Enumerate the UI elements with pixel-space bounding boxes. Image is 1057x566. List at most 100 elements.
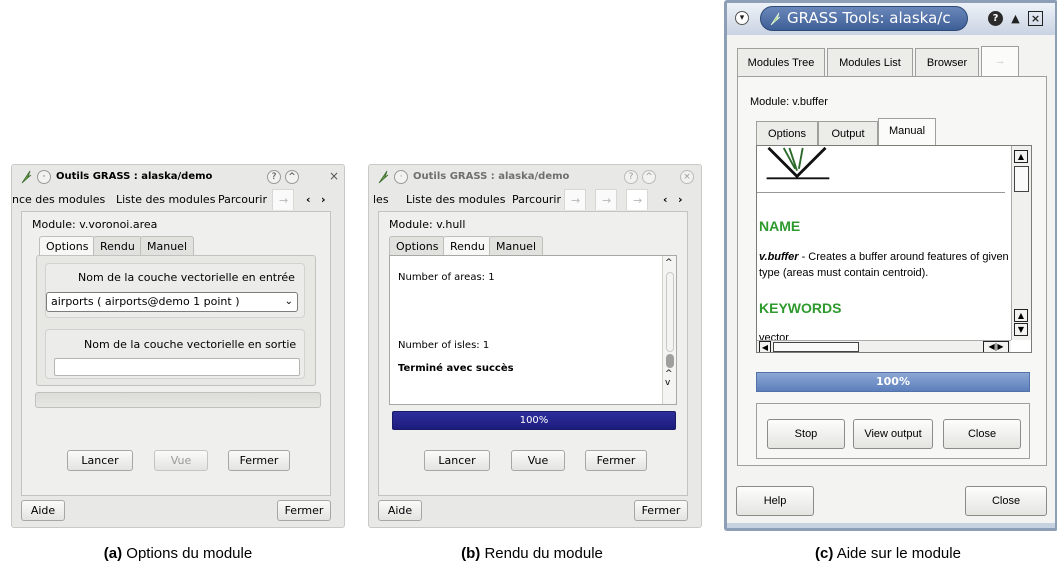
close-button[interactable]: Fermer (634, 500, 688, 521)
tab-arrow-right-icon[interactable]: → (272, 189, 294, 210)
manual-viewer[interactable]: NAME v.buffer - Creates a buffer around … (756, 145, 1032, 353)
scroll-arrows[interactable]: ◀|▶ (983, 341, 1009, 352)
run-button[interactable]: Lancer (67, 450, 133, 471)
caption-a-label: (a) (103, 545, 123, 562)
subtab-output[interactable]: Rendu (93, 236, 142, 255)
input-layer-group: Nom de la couche vectorielle en entrée a… (45, 263, 305, 318)
close-module-button[interactable]: Fermer (585, 450, 647, 471)
module-panel: Module: v.hull Options Rendu Manuel Numb… (378, 211, 688, 496)
titlebar: ▾ GRASS Tools: alaska/c ? ▲ × (727, 3, 1055, 35)
view-output-button[interactable]: View output (853, 419, 933, 449)
tab-browser[interactable]: Browser (915, 48, 979, 76)
tab-browser[interactable]: Parcourir (506, 189, 567, 210)
subtab-manual[interactable]: Manual (878, 118, 936, 145)
close-icon[interactable]: × (1028, 11, 1043, 26)
close-button[interactable]: Fermer (277, 500, 331, 521)
chevron-down-icon: ⌄ (284, 296, 293, 307)
scroll-thumb[interactable] (1014, 166, 1029, 192)
help-button[interactable]: Help (736, 486, 814, 516)
run-button[interactable]: Lancer (424, 450, 490, 471)
tab-modules-list[interactable]: Liste des modules (400, 189, 511, 210)
scroll-up-icon[interactable]: ^ (665, 258, 673, 268)
subtab-output[interactable]: Output (818, 121, 878, 145)
input-layer-value: airports ( airports@demo 1 point ) (51, 295, 240, 308)
subtab-options[interactable]: Options (756, 121, 818, 145)
view-button[interactable]: Vue (154, 450, 208, 471)
close-icon[interactable]: × (680, 170, 694, 184)
tab-modules-tree[interactable]: nce des modules (6, 189, 111, 210)
subtab-output[interactable]: Rendu (443, 236, 492, 255)
options-frame: Nom de la couche vectorielle en entrée a… (36, 255, 316, 386)
scroll-left-icon[interactable]: ‹ (306, 189, 311, 210)
caption-c-text: Aide sur le module (833, 545, 961, 562)
caption-c: (c) Aide sur le module (768, 545, 1008, 562)
progress-bar (35, 392, 321, 408)
module-label: Module: v.hull (389, 218, 466, 231)
output-line: Number of isles: 1 (398, 340, 490, 351)
scroll-thumb[interactable] (773, 342, 859, 352)
tab-arrow-right-icon[interactable]: → (595, 189, 617, 210)
tab-modules-tree[interactable]: Modules Tree (737, 48, 825, 76)
output-text-area[interactable]: Number of areas: 1 Number of isles: 1 Te… (389, 255, 677, 405)
subtab-manual[interactable]: Manuel (140, 236, 194, 255)
close-icon[interactable]: × (327, 170, 341, 184)
chevron-up-icon[interactable]: ^ (642, 170, 656, 184)
chevron-up-icon[interactable]: ^ (285, 170, 299, 184)
scroll-thumb[interactable] (666, 354, 674, 368)
horizontal-scrollbar[interactable]: ◀ ◀|▶ (757, 340, 1011, 352)
scroll-right-icon[interactable]: › (678, 189, 683, 210)
pin-icon[interactable]: · (394, 170, 408, 184)
caption-c-label: (c) (815, 545, 834, 562)
bottom-strip (727, 523, 1055, 528)
scroll-left-icon[interactable]: ‹ (663, 189, 668, 210)
close-module-button[interactable]: Close (943, 419, 1021, 449)
subtab-manual[interactable]: Manuel (489, 236, 543, 255)
divider (757, 192, 1005, 193)
question-mark-icon[interactable]: ? (267, 170, 281, 184)
tab-arrow-right-icon[interactable]: → (981, 46, 1019, 77)
output-layer-input[interactable] (54, 358, 300, 376)
scroll-right-icon[interactable]: › (321, 189, 326, 210)
vertical-scrollbar[interactable]: ▲ ▲ ▼ (1011, 146, 1031, 340)
scroll-up-icon[interactable]: ▲ (1014, 150, 1028, 163)
tab-arrow-right-icon[interactable]: → (564, 189, 586, 210)
close-module-button[interactable]: Fermer (228, 450, 290, 471)
question-mark-icon[interactable]: ? (988, 11, 1003, 26)
subtab-options[interactable]: Options (389, 236, 446, 255)
output-layer-label: Nom de la couche vectorielle en sortie (84, 338, 297, 351)
progress-bar: 100% (392, 411, 676, 430)
tab-modules-list[interactable]: Liste des modules (110, 189, 221, 210)
stop-button[interactable]: Stop (767, 419, 845, 449)
help-button[interactable]: Aide (378, 500, 422, 521)
title-pill: GRASS Tools: alaska/c (760, 6, 968, 31)
tab-arrow-right-icon[interactable]: → (626, 189, 648, 210)
tab-modules-list[interactable]: Modules List (827, 48, 913, 76)
view-button[interactable]: Vue (511, 450, 565, 471)
window-title: Outils GRASS : alaska/demo (56, 171, 213, 182)
subtab-options[interactable]: Options (39, 236, 96, 255)
caption-b-label: (b) (461, 545, 481, 562)
window-module-help: ▾ GRASS Tools: alaska/c ? ▲ × Modules Tr… (724, 0, 1057, 531)
scroll-up-icon[interactable]: ▲ (1014, 309, 1028, 322)
scroll-down-icon[interactable]: ^ v (665, 370, 673, 388)
scroll-left-icon[interactable]: ◀ (759, 341, 771, 352)
question-mark-icon[interactable]: ? (624, 170, 638, 184)
tab-modules-tree[interactable]: les (367, 189, 395, 210)
tab-browser[interactable]: Parcourir (212, 189, 273, 210)
help-button[interactable]: Aide (21, 500, 65, 521)
close-button[interactable]: Close (965, 486, 1047, 516)
pin-icon[interactable]: · (37, 170, 51, 184)
caption-a: (a) Options du module (58, 545, 298, 562)
input-layer-select[interactable]: airports ( airports@demo 1 point ) ⌄ (46, 292, 298, 312)
window-menu-icon[interactable]: ▾ (735, 11, 749, 25)
scroll-down-icon[interactable]: ▼ (1014, 323, 1028, 336)
grass-leaf-icon (378, 170, 389, 184)
doc-heading-keywords: KEYWORDS (759, 300, 842, 316)
input-layer-label: Nom de la couche vectorielle en entrée (78, 271, 295, 284)
titlebar: · Outils GRASS : alaska/demo ? ^ × (369, 165, 701, 189)
vertical-scrollbar[interactable]: ^ ^ v (662, 256, 676, 404)
scroll-track[interactable] (666, 272, 674, 352)
maximize-icon[interactable]: ▲ (1008, 11, 1023, 26)
output-line: Terminé avec succès (398, 363, 514, 374)
grass-leaf-icon (21, 170, 32, 184)
